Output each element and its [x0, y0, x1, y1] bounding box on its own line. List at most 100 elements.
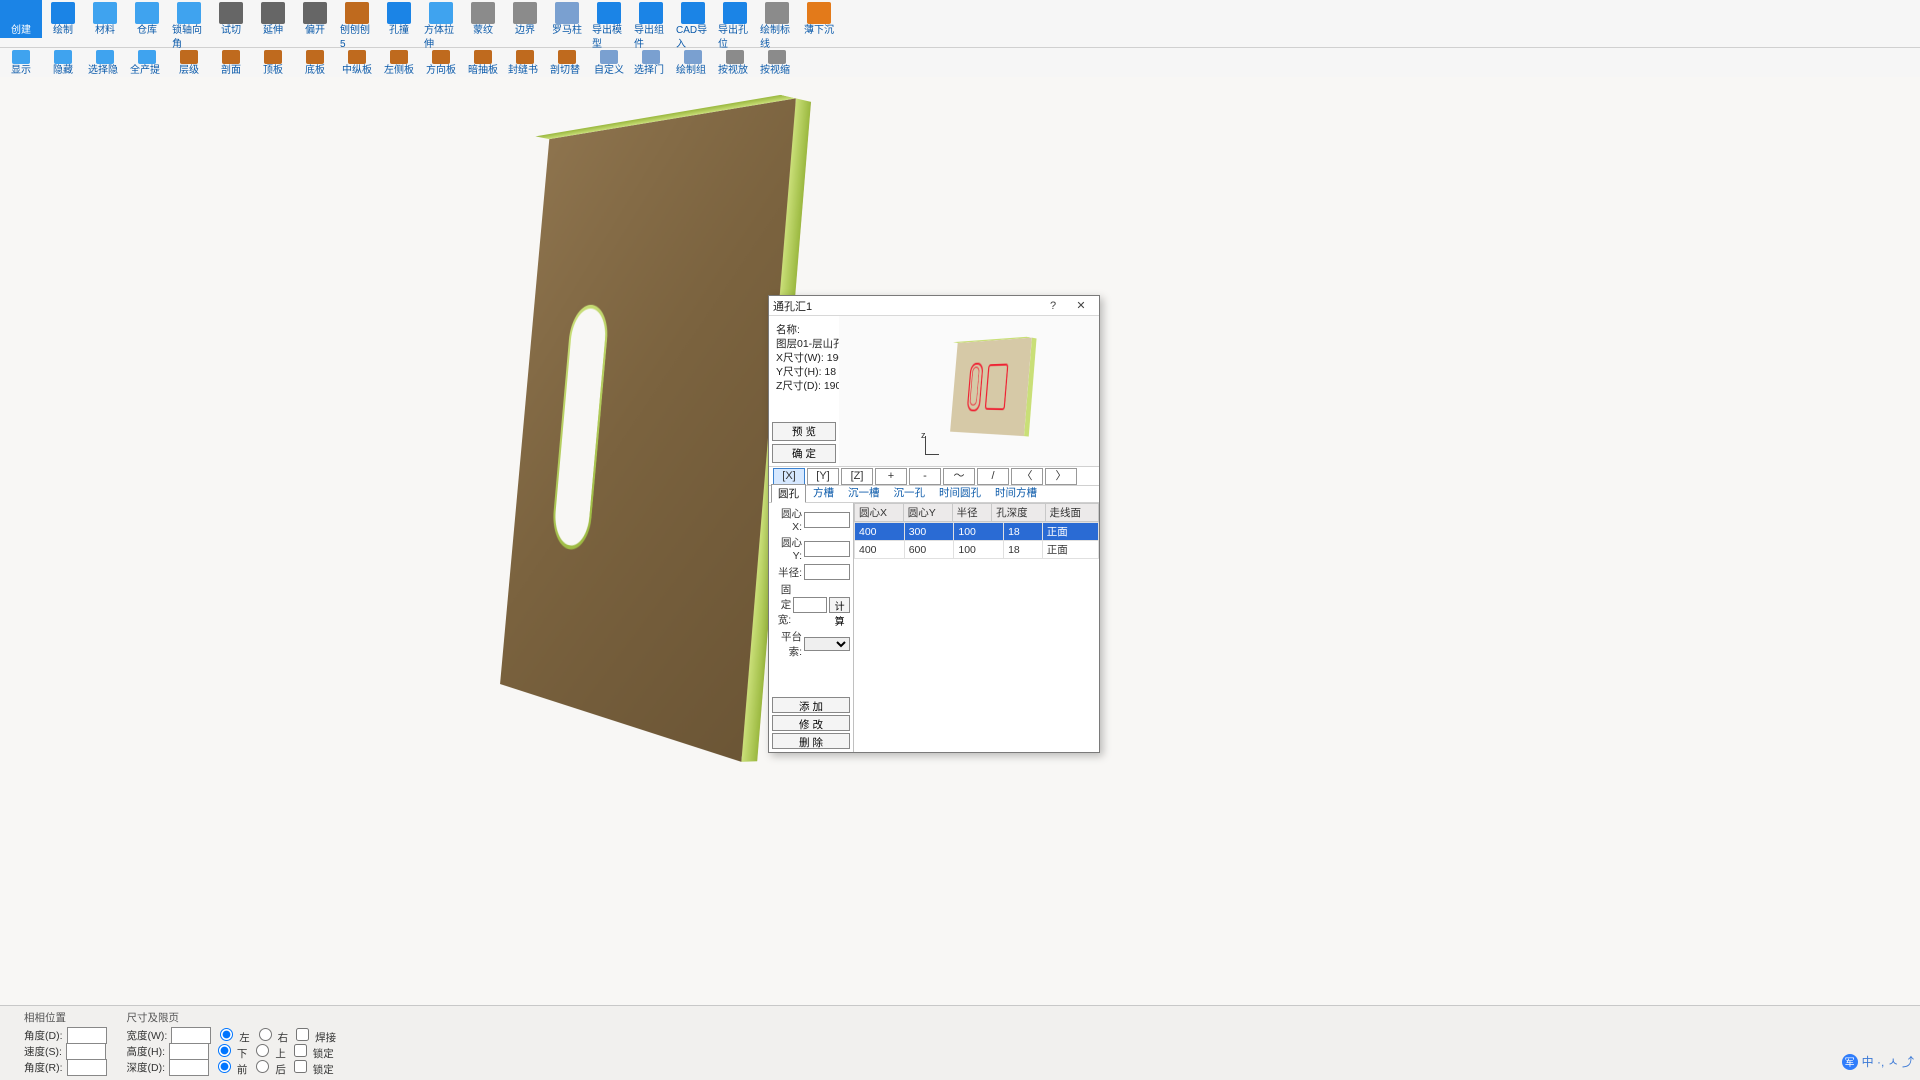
- tb2-icon-18: [768, 50, 786, 64]
- tb1-18[interactable]: 绘制标线: [756, 0, 798, 52]
- cx-input[interactable]: [804, 512, 850, 528]
- dialog-titlebar[interactable]: 通孔汇1 ? ✕: [769, 296, 1099, 316]
- grid-header[interactable]: 圆心X: [855, 504, 904, 522]
- viewport-3d[interactable]: 通孔汇1 ? ✕ 名称: 图层01-层山孔1-侧板 X尺寸(W): 1900 Y…: [0, 77, 1920, 1014]
- tb1-15[interactable]: 导出组件: [630, 0, 672, 52]
- grid-header[interactable]: 半径: [952, 504, 992, 522]
- tb1-17[interactable]: 导出孔位: [714, 0, 756, 52]
- tb1-14[interactable]: 导出模型: [588, 0, 630, 52]
- tb1-icon-8: [345, 2, 369, 24]
- hole-tab-1[interactable]: 方槽: [806, 483, 841, 502]
- tb2-9[interactable]: 左侧板: [378, 48, 420, 78]
- bottom-input[interactable]: [169, 1059, 209, 1076]
- tb1-2[interactable]: 材料: [84, 0, 126, 38]
- grid-header[interactable]: 孔深度: [992, 504, 1045, 522]
- tb1-3[interactable]: 仓库: [126, 0, 168, 38]
- tb1-9[interactable]: 孔撞: [378, 0, 420, 38]
- cy-label: 圆心Y:: [772, 535, 802, 562]
- bottom-right-header: 尺寸及限页: [127, 1010, 337, 1025]
- tb2-4[interactable]: 层级: [168, 48, 210, 78]
- bottom-input[interactable]: [67, 1027, 107, 1044]
- axis-btn-6[interactable]: /: [977, 468, 1009, 485]
- grid-header[interactable]: 圆心Y: [903, 504, 952, 522]
- hole-tab-5[interactable]: 时间方槽: [988, 483, 1044, 502]
- ok-button[interactable]: 确 定: [772, 444, 836, 463]
- tb1-icon-9: [387, 2, 411, 24]
- axis-btn-1[interactable]: [Y]: [807, 468, 839, 485]
- bottom-panel: 相相位置 角度(D):速度(S):角度(R): 尺寸及限页 宽度(W): 左 右…: [0, 1005, 1920, 1080]
- fixdeg-input[interactable]: [793, 597, 827, 613]
- table-row[interactable]: 40030010018正面: [855, 523, 1099, 541]
- tb1-8[interactable]: 刨刨刨5: [336, 0, 378, 52]
- bottom-input[interactable]: [169, 1043, 209, 1060]
- tb1-11[interactable]: 蒙纹: [462, 0, 504, 38]
- add-button[interactable]: 添 加: [772, 697, 850, 713]
- tb2-icon-7: [306, 50, 324, 64]
- tb1-7[interactable]: 偏开: [294, 0, 336, 38]
- tb2-14[interactable]: 自定义: [588, 48, 630, 78]
- tb1-12[interactable]: 边界: [504, 0, 546, 38]
- tb1-4[interactable]: 锁轴向角: [168, 0, 210, 52]
- plane-select[interactable]: [804, 637, 850, 651]
- cy-input[interactable]: [804, 541, 850, 557]
- delete-button[interactable]: 删 除: [772, 733, 850, 749]
- radius-input[interactable]: [804, 564, 850, 580]
- panel-board[interactable]: [500, 98, 796, 762]
- bottom-input[interactable]: [171, 1027, 211, 1044]
- dialog-help-icon[interactable]: ?: [1039, 300, 1067, 312]
- axis-btn-3[interactable]: +: [875, 468, 907, 485]
- dialog-preview[interactable]: z: [839, 316, 1099, 466]
- axis-btn-4[interactable]: -: [909, 468, 941, 485]
- ime-icon[interactable]: 军: [1842, 1054, 1858, 1070]
- tb2-11[interactable]: 暗抽板: [462, 48, 504, 78]
- axis-btn-8[interactable]: 〉: [1045, 468, 1077, 485]
- hole-tab-2[interactable]: 沉一槽: [841, 483, 887, 502]
- axis-btn-7[interactable]: 〈: [1011, 468, 1043, 485]
- modify-button[interactable]: 修 改: [772, 715, 850, 731]
- tb1-icon-0: [9, 2, 33, 24]
- calc-button[interactable]: 计算: [829, 597, 850, 613]
- hole-tab-3[interactable]: 沉一孔: [887, 483, 933, 502]
- tb1-icon-19: [807, 2, 831, 24]
- ime-status[interactable]: 军 中 ·, ㅅ ⤴: [1842, 1053, 1914, 1070]
- bottom-input[interactable]: [67, 1059, 107, 1076]
- tb2-8[interactable]: 中纵板: [336, 48, 378, 78]
- bottom-left-header: 相相位置: [24, 1010, 107, 1025]
- preview-button[interactable]: 预 览: [772, 422, 836, 441]
- tb2-icon-2: [96, 50, 114, 64]
- hole-type-tabs: 圆孔方槽沉一槽沉一孔时间圆孔时间方槽: [769, 486, 1099, 502]
- tb1-0[interactable]: 创建: [0, 0, 42, 38]
- tb2-icon-3: [138, 50, 156, 64]
- tb1-icon-10: [429, 2, 453, 24]
- hole-grid[interactable]: 圆心X圆心Y半径孔深度走线面 40030010018正面40060010018正…: [853, 503, 1099, 752]
- tb2-icon-5: [222, 50, 240, 64]
- hole-tab-4[interactable]: 时间圆孔: [932, 483, 988, 502]
- tb2-6[interactable]: 顶板: [252, 48, 294, 78]
- tb2-7[interactable]: 底板: [294, 48, 336, 78]
- tb1-icon-7: [303, 2, 327, 24]
- tb2-1[interactable]: 隐藏: [42, 48, 84, 78]
- axis-btn-0[interactable]: [X]: [773, 468, 805, 485]
- tb2-5[interactable]: 剖面: [210, 48, 252, 78]
- hole-tab-0[interactable]: 圆孔: [771, 484, 806, 503]
- table-row[interactable]: 40060010018正面: [855, 541, 1099, 559]
- grid-header[interactable]: 走线面: [1045, 504, 1098, 522]
- tb2-icon-11: [474, 50, 492, 64]
- tb1-10[interactable]: 方体拉伸: [420, 0, 462, 52]
- tb1-13[interactable]: 罗马柱: [546, 0, 588, 38]
- bottom-input[interactable]: [66, 1043, 106, 1060]
- axis-btn-5[interactable]: 〜: [943, 468, 975, 485]
- tb2-10[interactable]: 方向板: [420, 48, 462, 78]
- tb2-0[interactable]: 显示: [0, 48, 42, 78]
- tb1-1[interactable]: 绘制: [42, 0, 84, 38]
- tb2-icon-15: [642, 50, 660, 64]
- axis-btn-2[interactable]: [Z]: [841, 468, 873, 485]
- tb1-icon-14: [597, 2, 621, 24]
- tb1-6[interactable]: 延伸: [252, 0, 294, 38]
- tb1-16[interactable]: CAD导入: [672, 0, 714, 52]
- tb2-icon-17: [726, 50, 744, 64]
- dialog-close-icon[interactable]: ✕: [1067, 299, 1095, 312]
- tb2-icon-14: [600, 50, 618, 64]
- tb1-19[interactable]: 薄下沉: [798, 0, 840, 38]
- tb1-5[interactable]: 试切: [210, 0, 252, 38]
